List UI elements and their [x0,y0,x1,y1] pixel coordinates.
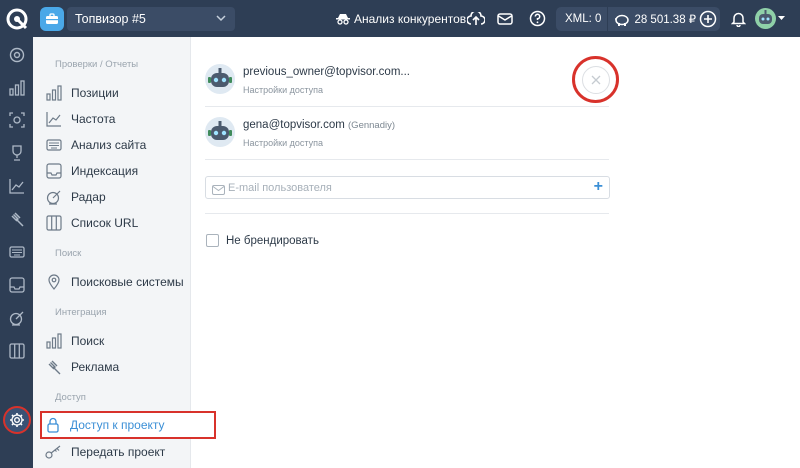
competitors-analysis-link[interactable]: Анализ конкурентов [336,0,466,37]
spy-icon [336,13,350,25]
no-branding-checkbox[interactable] [206,234,219,247]
left-icon-rail [0,37,33,468]
sidebar-item-ads[interactable]: Реклама [43,355,189,379]
sidebar-item-label: Поисковые системы [71,275,184,289]
trend-line-icon [45,110,63,128]
add-user-email-field: + [205,176,610,199]
remove-user-highlight [572,56,619,103]
competitors-label: Анализ конкурентов [354,11,467,26]
project-briefcase-icon[interactable] [40,7,64,31]
settings-menu: Проверки / Отчеты Позиции Частота Анализ… [33,37,216,468]
location-pin-icon [45,273,63,291]
rail-settings-gear-icon[interactable] [3,406,31,434]
user-menu[interactable] [755,0,785,37]
help-icon[interactable] [529,0,546,37]
no-branding-label: Не брендировать [226,234,319,247]
section-search: Поиск [55,248,82,259]
sidebar-item-label: Передать проект [71,445,166,459]
balance-panel: XML: 0 28 501.38 ₽ [556,7,720,31]
rail-keyboard-icon[interactable] [4,239,29,264]
bars-chart-icon [45,84,63,102]
sidebar-item-search-integration[interactable]: Поиск [43,329,189,353]
user-access-row: previous_owner@topvisor.com... Настройки… [205,55,609,107]
sidebar-item-label: Индексация [71,164,139,178]
sidebar-item-url-list[interactable]: Список URL [43,211,189,235]
rail-site-audit-icon[interactable] [4,107,29,132]
close-icon [591,75,600,84]
sidebar-item-frequency[interactable]: Частота [43,107,189,131]
rail-columns-icon[interactable] [4,338,29,363]
chevron-down-icon [215,12,227,27]
divider [205,213,609,214]
sidebar-item-radar[interactable]: Радар [43,185,189,209]
project-selector[interactable]: Топвизор #5 [67,7,235,31]
access-settings-link[interactable]: Настройки доступа [243,138,323,148]
notifications-bell-icon[interactable] [731,0,746,37]
mail-icon [212,182,225,200]
rail-dashboard-icon[interactable] [4,42,29,67]
piggy-bank-icon [614,13,630,26]
sidebar-item-label: Анализ сайта [71,138,147,152]
gavel-icon [45,358,63,376]
inbox-icon [45,162,63,180]
key-icon [45,443,63,461]
sidebar-item-label: Радар [71,190,106,204]
section-reports: Проверки / Отчеты [55,59,139,70]
sidebar-item-label: Частота [71,112,116,126]
caret-down-icon [778,16,785,21]
bars-chart-icon [45,332,63,350]
add-funds-button[interactable] [699,0,717,37]
avatar [205,64,235,94]
rail-positions-icon[interactable] [4,75,29,100]
sidebar-item-positions[interactable]: Позиции [43,81,189,105]
email-text: previous_owner@topvisor.com... [243,66,410,78]
divider [607,7,609,31]
user-access-row: gena@topvisor.com (Gennadiy) Настройки д… [205,108,609,160]
user-nickname: (Gennadiy) [348,120,396,131]
balance-amount[interactable]: 28 501.38 ₽ [634,12,696,26]
rail-gavel-icon[interactable] [4,206,29,231]
no-branding-option[interactable]: Не брендировать [206,234,319,247]
avatar [205,117,235,147]
email-input[interactable] [228,179,578,197]
sidebar-item-label: Список URL [71,216,139,230]
user-email: gena@topvisor.com (Gennadiy) [243,119,395,131]
rail-inbox-icon[interactable] [4,272,29,297]
site-audit-icon [45,136,63,154]
sidebar-item-project-access[interactable]: Доступ к проекту [40,411,216,439]
remove-user-button[interactable] [581,65,610,94]
rail-trophy-icon[interactable] [4,140,29,165]
sidebar-item-indexing[interactable]: Индексация [43,159,189,183]
access-settings-link[interactable]: Настройки доступа [243,85,323,95]
xml-counter[interactable]: XML: 0 [565,13,601,25]
sidebar-item-label: Позиции [71,86,119,100]
sidebar-item-search-engines[interactable]: Поисковые системы [43,270,189,294]
top-bar: Топвизор #5 Анализ конкурентов XML: 0 28… [0,0,800,37]
lock-icon [44,416,62,434]
avatar [755,8,776,29]
radar-icon [45,188,63,206]
rail-radar-icon[interactable] [4,305,29,330]
cloud-upload-icon[interactable] [467,0,485,37]
project-name: Топвизор #5 [75,12,146,26]
sidebar-item-label: Реклама [71,360,120,374]
section-access: Доступ [55,392,86,403]
sidebar-item-label: Поиск [71,334,105,348]
rail-trend-icon[interactable] [4,173,29,198]
add-user-button[interactable]: + [594,178,603,196]
sidebar-item-label: Доступ к проекту [70,418,165,432]
email-text: gena@topvisor.com [243,119,345,131]
topvisor-logo[interactable] [0,0,34,37]
user-email: previous_owner@topvisor.com... [243,66,410,78]
section-integration: Интеграция [55,307,107,318]
sidebar-item-transfer-project[interactable]: Передать проект [43,440,189,464]
sidebar-item-site-audit[interactable]: Анализ сайта [43,133,189,157]
columns-icon [45,214,63,232]
mail-icon[interactable] [497,0,513,37]
